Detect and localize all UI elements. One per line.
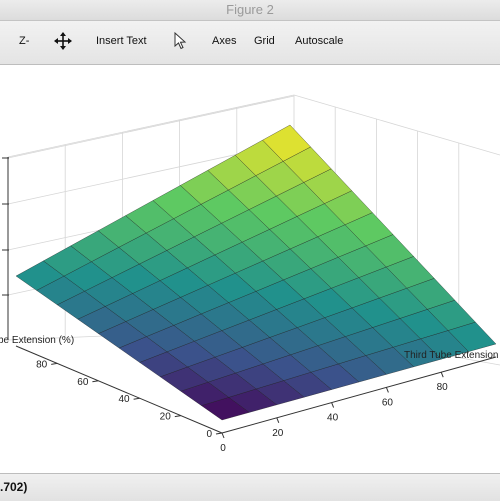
window-titlebar: Figure 2: [0, 0, 500, 21]
y-tick-mark: [174, 415, 181, 418]
x-tick-label: 20: [272, 428, 284, 439]
status-bar: .702): [0, 473, 500, 501]
x-tick-label: 60: [382, 397, 394, 408]
x-tick-mark: [440, 372, 444, 378]
x-tick-mark: [385, 387, 389, 393]
surface-patches: [15, 124, 497, 421]
x-tick-label: 0: [220, 443, 226, 454]
y-tick-mark: [92, 380, 99, 383]
figure-toolbar: Z- Insert Text Axes Grid Autoscale: [0, 21, 500, 65]
y-tick-label: 40: [118, 394, 130, 405]
y-tick-label: 60: [77, 377, 89, 388]
x-tick-label: 40: [327, 413, 339, 424]
y-tick-mark: [133, 397, 140, 400]
window-title: Figure 2: [226, 2, 274, 17]
y-tick-label: 80: [36, 359, 48, 370]
x-tick-mark: [221, 432, 225, 439]
status-text: .702): [0, 480, 28, 494]
pan-icon[interactable]: [53, 31, 73, 51]
insert-text-button[interactable]: Insert Text: [96, 35, 147, 47]
y-tick-label: 0: [206, 429, 212, 440]
y-axis-label: be Extension (%): [0, 335, 74, 346]
autoscale-button[interactable]: Autoscale: [295, 35, 343, 47]
pointer-icon[interactable]: [171, 31, 191, 51]
x-axis-label: Third Tube Extension: [404, 350, 499, 361]
x-tick-label: 80: [437, 382, 449, 393]
y-tick-label: 20: [160, 412, 172, 423]
y-tick-mark: [51, 362, 58, 365]
x-tick-mark: [331, 402, 335, 408]
back-right-top-edge: [293, 94, 500, 156]
y-tick-mark: [215, 432, 223, 435]
grid-button[interactable]: Grid: [254, 35, 275, 47]
surface-chart[interactable]: 020406080020406080 Third Tube Extension …: [0, 65, 500, 473]
x-tick-mark: [276, 417, 280, 423]
plot-area[interactable]: 0 20 40 60 80 0 20 40 60 80 Third Tube Extension …: [0, 65, 500, 473]
zoom-out-button[interactable]: Z-: [19, 35, 29, 47]
axes-button[interactable]: Axes: [212, 35, 236, 47]
